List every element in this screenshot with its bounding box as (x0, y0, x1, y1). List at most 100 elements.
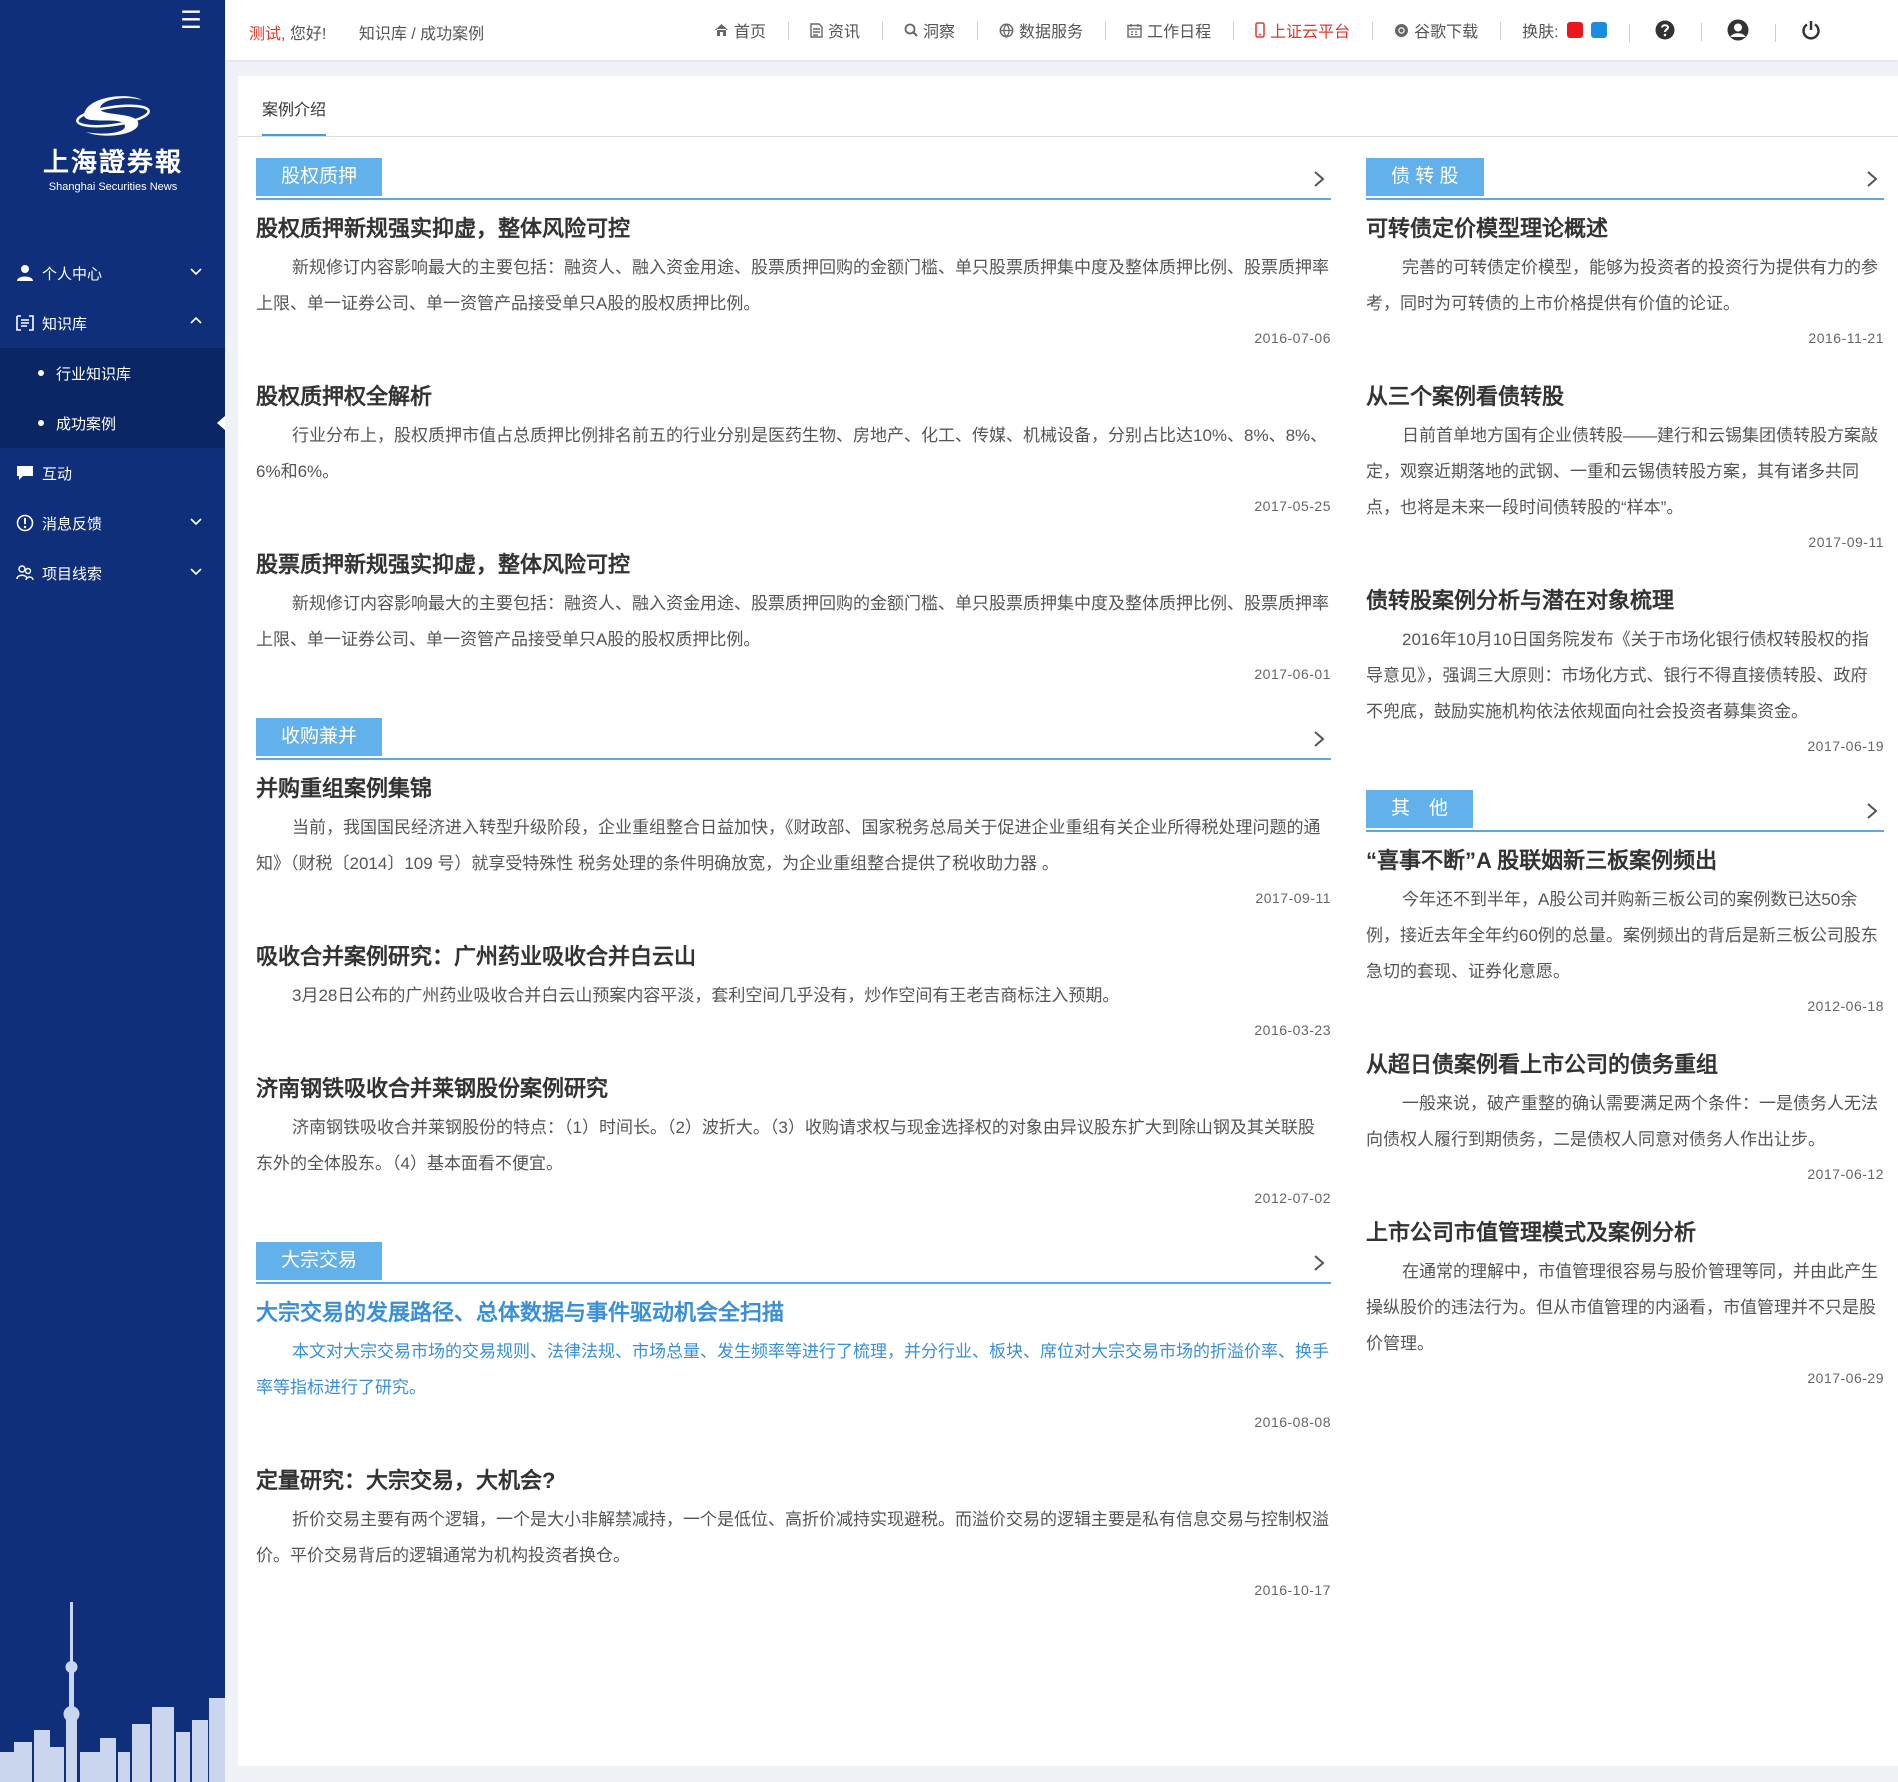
article-title[interactable]: 股权质押新规强实抑虚，整体风险可控 (256, 214, 1331, 244)
logo: 上海證券報 Shanghai Securities News (38, 92, 188, 202)
article-item: 济南钢铁吸收合并莱钢股份案例研究 济南钢铁吸收合并莱钢股份的特点：（1）时间长。… (256, 1074, 1331, 1206)
left-column: 股权质押 股权质押新规强实抑虚，整体风险可控 新规修订内容影响最大的主要包括：融… (256, 158, 1331, 1634)
article-summary: 完善的可转债定价模型，能够为投资者的投资行为提供有力的参考，同时为可转债的上市价… (1366, 258, 1878, 313)
article-summary: 新规修订内容影响最大的主要包括：融资人、融入资金用途、股票质押回购的金额门槛、单… (256, 594, 1329, 649)
article-summary: 济南钢铁吸收合并莱钢股份的特点：（1）时间长。（2）波折大。（3）收购请求权与现… (256, 1118, 1315, 1173)
greeting: 您好! (289, 26, 327, 43)
section-header[interactable]: 收购兼并 (256, 718, 1331, 760)
top-bar: 测试, 您好! 知识库 / 成功案例 首页 资讯 洞察 数据服务 工作日程 上证… (225, 0, 1898, 60)
section-header[interactable]: 大宗交易 (256, 1242, 1331, 1284)
article-title[interactable]: “喜事不断”A 股联姻新三板案例频出 (1366, 846, 1884, 876)
sidebar-item-label: 行业知识库 (56, 365, 132, 383)
home-icon (714, 23, 729, 37)
article-item: 并购重组案例集锦 当前，我国国民经济进入转型升级阶段，企业重组整合日益加快，《财… (256, 774, 1331, 906)
article-title[interactable]: 上市公司市值管理模式及案例分析 (1366, 1218, 1884, 1248)
article-date: 2016-11-21 (1808, 330, 1884, 346)
article-title[interactable]: 股权质押权全解析 (256, 382, 1331, 412)
section-header[interactable]: 股权质押 (256, 158, 1331, 200)
section-header[interactable]: 债 转 股 (1366, 158, 1884, 200)
search-icon (904, 23, 918, 37)
article-title[interactable]: 定量研究：大宗交易，大机会? (256, 1466, 1331, 1496)
sidebar-item-knowledge-base[interactable]: 知识库 (0, 298, 225, 348)
sidebar-item-personal-center[interactable]: 个人中心 (0, 248, 225, 298)
nav-chrome-download-label: 谷歌下载 (1414, 24, 1479, 41)
article-list: “喜事不断”A 股联姻新三板案例频出 今年还不到半年，A股公司并购新三板公司的案… (1366, 846, 1884, 1386)
sidebar-item-project-leads[interactable]: 项目线索 (0, 548, 225, 598)
nav-cloud-platform[interactable]: 上证云平台 (1233, 18, 1372, 42)
nav-data-service-label: 数据服务 (1019, 24, 1084, 41)
article-date: 2016-08-08 (1254, 1414, 1331, 1430)
article-item: 股权质押新规强实抑虚，整体风险可控 新规修订内容影响最大的主要包括：融资人、融入… (256, 214, 1331, 346)
sidebar-item-industry-knowledge[interactable]: 行业知识库 (0, 348, 225, 398)
sidebar-item-message-feedback[interactable]: 消息反馈 (0, 498, 225, 548)
document-icon (810, 22, 823, 38)
article-date: 2016-10-17 (1254, 1582, 1331, 1598)
skin-red-swatch[interactable] (1566, 22, 1583, 38)
chevron-right-icon[interactable] (1866, 170, 1878, 188)
section-header[interactable]: 其 他 (1366, 790, 1884, 832)
article-date: 2017-06-29 (1807, 1370, 1884, 1386)
article-summary: 在通常的理解中，市值管理很容易与股价管理等同，并由此产生操纵股价的违法行为。但从… (1366, 1262, 1878, 1353)
menu-toggle-icon[interactable]: ☰ (179, 9, 203, 34)
article-item: 可转债定价模型理论概述 完善的可转债定价模型，能够为投资者的投资行为提供有力的参… (1366, 214, 1884, 346)
logout-button[interactable] (1774, 20, 1847, 42)
article-title[interactable]: 股票质押新规强实抑虚，整体风险可控 (256, 550, 1331, 580)
top-nav: 首页 资讯 洞察 数据服务 工作日程 上证云平台 谷歌下载 换肤: (692, 18, 1847, 42)
case-section: 大宗交易 大宗交易的发展路径、总体数据与事件驱动机会全扫描 本文对大宗交易市场的… (256, 1242, 1331, 1598)
article-summary: 一般来说，破产重整的确认需要满足两个条件：一是债务人无法向债权人履行到期债务，二… (1366, 1094, 1878, 1149)
article-title[interactable]: 大宗交易的发展路径、总体数据与事件驱动机会全扫描 (256, 1298, 1331, 1328)
header-left: 测试, 您好! 知识库 / 成功案例 (249, 20, 484, 44)
account-button[interactable] (1700, 19, 1775, 41)
skin-blue-swatch[interactable] (1590, 22, 1607, 38)
globe-icon (999, 23, 1014, 38)
article-date: 2017-06-12 (1807, 1166, 1884, 1182)
article-date: 2017-06-01 (1254, 666, 1331, 682)
sidebar-item-label: 互动 (42, 465, 73, 483)
article-title[interactable]: 从三个案例看债转股 (1366, 382, 1884, 412)
article-title[interactable]: 债转股案例分析与潜在对象梳理 (1366, 586, 1884, 616)
article-summary: 当前，我国国民经济进入转型升级阶段，企业重组整合日益加快，《财政部、国家税务总局… (256, 818, 1321, 873)
sidebar-item-interaction[interactable]: 互动 (0, 448, 225, 498)
article-title[interactable]: 并购重组案例集锦 (256, 774, 1331, 804)
chevron-right-icon[interactable] (1313, 170, 1325, 188)
chevron-down-icon (190, 518, 202, 526)
chevron-right-icon[interactable] (1866, 802, 1878, 820)
nav-home-label: 首页 (734, 24, 767, 41)
article-date: 2017-05-25 (1254, 498, 1331, 514)
nav-schedule[interactable]: 工作日程 (1105, 18, 1233, 42)
sidebar-submenu: 行业知识库 成功案例 (0, 348, 225, 448)
book-icon (14, 313, 36, 333)
article-title[interactable]: 可转债定价模型理论概述 (1366, 214, 1884, 244)
help-button[interactable] (1628, 20, 1701, 42)
article-title[interactable]: 吸收合并案例研究：广州药业吸收合并白云山 (256, 942, 1331, 972)
tab-case-intro[interactable]: 案例介绍 (262, 96, 327, 136)
sidebar-item-success-cases[interactable]: 成功案例 (0, 398, 225, 448)
article-summary: 新规修订内容影响最大的主要包括：融资人、融入资金用途、股票质押回购的金额门槛、单… (256, 258, 1329, 313)
skin-switcher: 换肤: (1500, 18, 1628, 42)
article-summary: 折价交易主要有两个逻辑，一个是大小非解禁减持，一个是低位、高折价减持实现避税。而… (256, 1510, 1329, 1565)
nav-insight[interactable]: 洞察 (882, 18, 977, 42)
article-item: 股权质押权全解析 行业分布上，股权质押市值占总质押比例排名前五的行业分别是医药生… (256, 382, 1331, 514)
logo-text-cn: 上海證券報 (42, 148, 183, 178)
article-title[interactable]: 济南钢铁吸收合并莱钢股份案例研究 (256, 1074, 1331, 1104)
chat-icon (14, 463, 36, 483)
article-item: 上市公司市值管理模式及案例分析 在通常的理解中，市值管理很容易与股价管理等同，并… (1366, 1218, 1884, 1386)
article-date: 2017-09-11 (1255, 890, 1331, 906)
section-tag: 其 他 (1366, 790, 1474, 828)
right-column: 债 转 股 可转债定价模型理论概述 完善的可转债定价模型，能够为投资者的投资行为… (1366, 158, 1884, 1422)
article-summary: 本文对大宗交易市场的交易规则、法律法规、市场总量、发生频率等进行了梳理，并分行业… (256, 1342, 1329, 1397)
tab-bar: 案例介绍 (238, 76, 1898, 137)
chevron-right-icon[interactable] (1313, 730, 1325, 748)
article-title[interactable]: 从超日债案例看上市公司的债务重组 (1366, 1050, 1884, 1080)
nav-news[interactable]: 资讯 (788, 18, 882, 42)
nav-home[interactable]: 首页 (692, 18, 788, 42)
article-list: 股权质押新规强实抑虚，整体风险可控 新规修订内容影响最大的主要包括：融资人、融入… (256, 214, 1331, 682)
case-section: 其 他 “喜事不断”A 股联姻新三板案例频出 今年还不到半年，A股公司并购新三板… (1366, 790, 1884, 1386)
article-summary: 日前首单地方国有企业债转股——建行和云锡集团债转股方案敲定，观察近期落地的武钢、… (1366, 426, 1878, 517)
chevron-right-icon[interactable] (1313, 1254, 1325, 1272)
nav-chrome-download[interactable]: 谷歌下载 (1372, 18, 1500, 42)
city-skyline-image (0, 1602, 225, 1782)
nav-data-service[interactable]: 数据服务 (977, 18, 1105, 42)
article-item: 定量研究：大宗交易，大机会? 折价交易主要有两个逻辑，一个是大小非解禁减持，一个… (256, 1466, 1331, 1598)
section-tag: 股权质押 (256, 158, 383, 196)
